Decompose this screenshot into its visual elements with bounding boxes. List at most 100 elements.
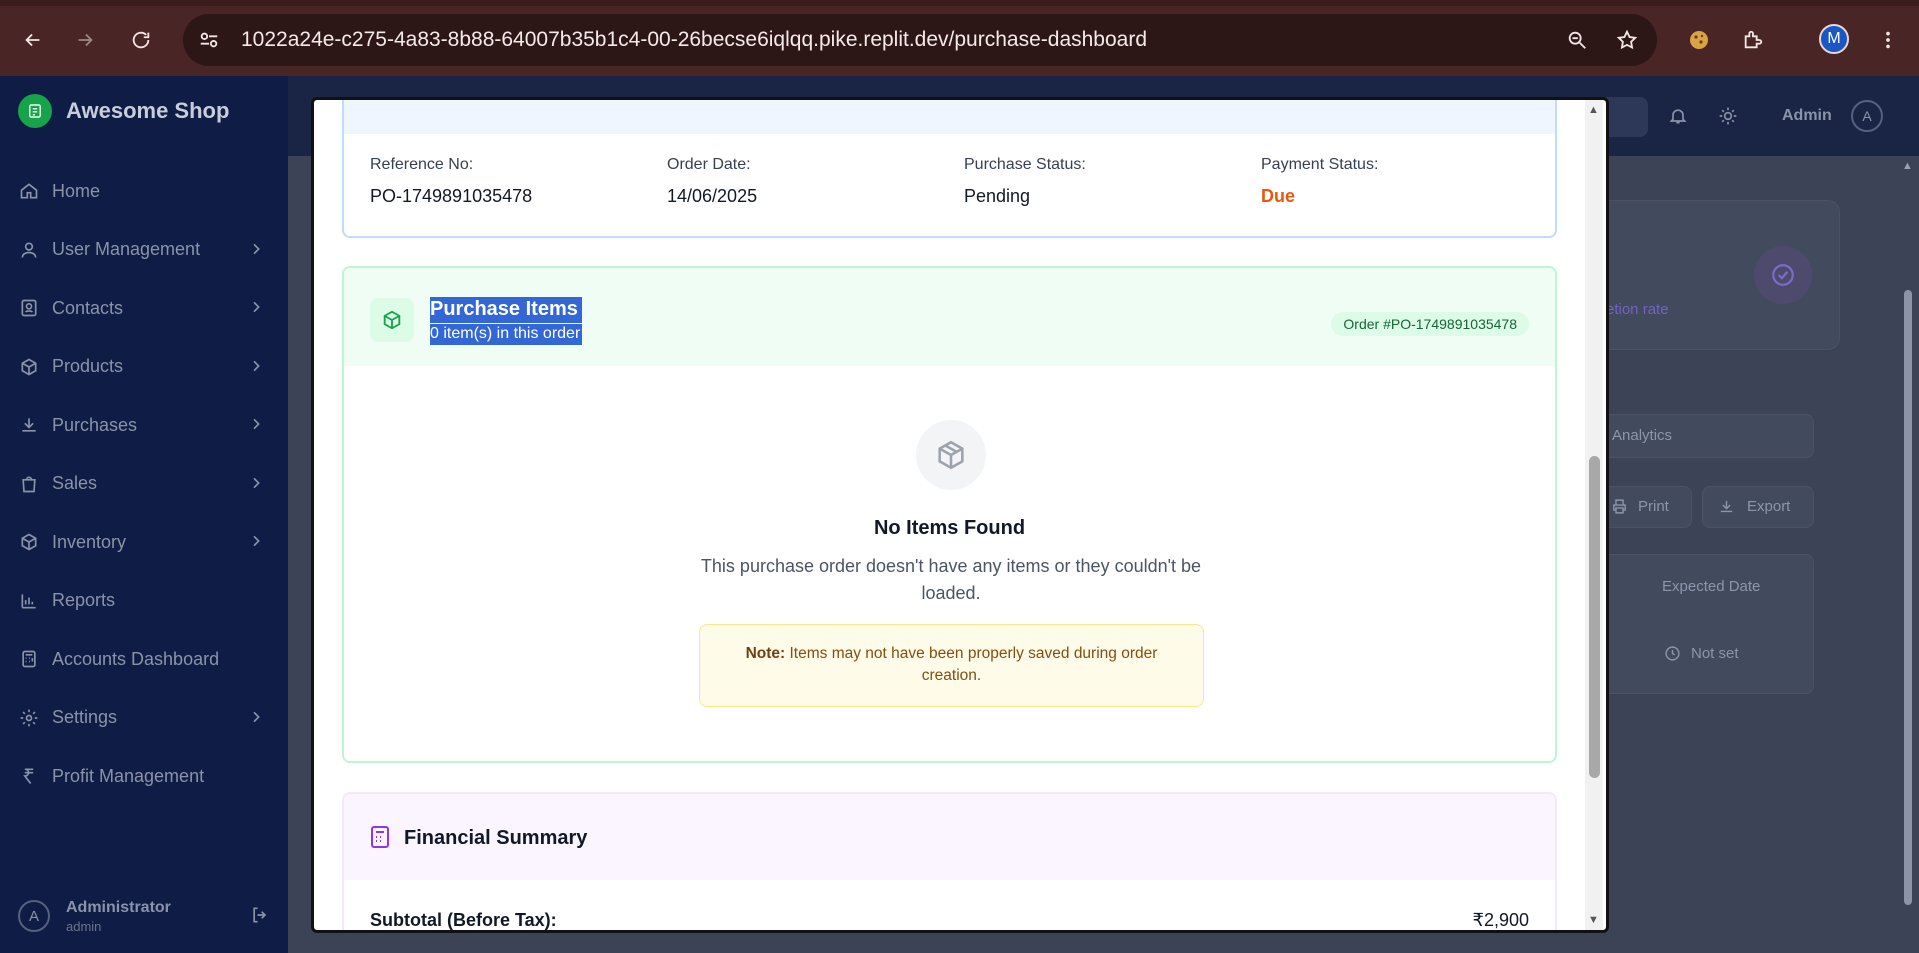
arrow-right-icon bbox=[78, 33, 93, 47]
url-text: 1022a24e-c275-4a83-8b88-64007b35b1c4-00-… bbox=[241, 28, 1148, 51]
completion-rate-text: etion rate bbox=[1606, 301, 1669, 318]
order-info-header bbox=[344, 100, 1555, 134]
sidebar-item-products[interactable]: Products bbox=[0, 338, 288, 397]
sidebar-item-settings[interactable]: Settings bbox=[0, 689, 288, 748]
modal-content: Reference No: PO-1749891035478 Order Dat… bbox=[314, 100, 1588, 930]
chevron-right-icon bbox=[248, 299, 264, 320]
payment-status-label: Payment Status: bbox=[1261, 156, 1379, 173]
empty-state-description: This purchase order doesn't have any ite… bbox=[700, 556, 1202, 603]
site-info-icon[interactable] bbox=[187, 18, 231, 62]
sidebar-item-label: User Management bbox=[52, 239, 201, 260]
admin-avatar[interactable]: A bbox=[1851, 100, 1883, 132]
sidebar-nav: Home User Management Contacts Products Purch… bbox=[0, 162, 288, 806]
browser-menu-icon[interactable] bbox=[1870, 22, 1906, 58]
printer-icon bbox=[1613, 499, 1626, 514]
order-number-badge: Order #PO-1749891035478 bbox=[1331, 312, 1529, 336]
theme-sun-icon[interactable] bbox=[1718, 106, 1738, 131]
expected-date-cell: Not set bbox=[1664, 645, 1739, 662]
zoom-icon[interactable] bbox=[1559, 22, 1595, 58]
note-text: Items may not have been properly saved d… bbox=[785, 645, 1158, 684]
sidebar-item-inventory[interactable]: Inventory bbox=[0, 513, 288, 572]
shopping-bag-icon bbox=[18, 473, 40, 495]
bookmark-star-icon[interactable] bbox=[1609, 22, 1645, 58]
subtotal-label: Subtotal (Before Tax): bbox=[370, 910, 557, 930]
extensions-puzzle-icon[interactable] bbox=[1735, 22, 1771, 58]
profile-avatar[interactable]: M bbox=[1819, 24, 1849, 54]
purchase-status-label: Purchase Status: bbox=[964, 156, 1086, 173]
sidebar-item-label: Accounts Dashboard bbox=[52, 648, 220, 669]
expected-date-header: Expected Date bbox=[1662, 578, 1761, 595]
box-icon bbox=[18, 531, 40, 553]
sidebar-item-user-management[interactable]: User Management bbox=[0, 221, 288, 280]
download-icon bbox=[1720, 500, 1733, 513]
reload-button[interactable] bbox=[123, 22, 159, 58]
tab-strip bbox=[0, 0, 1919, 6]
calculator-icon bbox=[18, 648, 40, 670]
sidebar-item-label: Home bbox=[52, 180, 101, 201]
browser-chrome: 1022a24e-c275-4a83-8b88-64007b35b1c4-00-… bbox=[0, 0, 1919, 76]
home-icon bbox=[18, 180, 40, 202]
address-bar[interactable]: 1022a24e-c275-4a83-8b88-64007b35b1c4-00-… bbox=[183, 14, 1657, 66]
warning-note: Note: Items may not have been properly s… bbox=[699, 624, 1204, 707]
empty-state-title: No Items Found bbox=[873, 517, 1026, 539]
sidebar-item-label: Inventory bbox=[52, 531, 127, 552]
print-button-content: Print bbox=[1611, 498, 1669, 515]
empty-package-icon bbox=[916, 420, 986, 490]
package-icon bbox=[370, 298, 414, 342]
purchase-items-title: Purchase Items bbox=[430, 297, 582, 323]
page-scroll-up-arrow[interactable]: ▲ bbox=[1902, 160, 1913, 172]
reference-label: Reference No: bbox=[370, 156, 474, 173]
logout-icon[interactable] bbox=[250, 905, 270, 930]
shop-logo-icon bbox=[18, 94, 52, 128]
financial-summary-header: Financial Summary bbox=[344, 794, 1555, 880]
analytics-tab-label: Analytics bbox=[1612, 427, 1673, 444]
chevron-right-icon bbox=[248, 533, 264, 554]
chevron-right-icon bbox=[248, 475, 264, 496]
gear-icon bbox=[18, 707, 40, 729]
scroll-up-arrow[interactable]: ▲ bbox=[1588, 104, 1599, 116]
chevron-right-icon bbox=[248, 358, 264, 379]
user-icon bbox=[18, 239, 40, 261]
chevron-right-icon bbox=[248, 709, 264, 730]
purchase-items-count: 0 item(s) in this order bbox=[430, 324, 583, 345]
calculator-icon bbox=[370, 826, 390, 853]
modal-scroll-thumb[interactable] bbox=[1589, 456, 1600, 778]
sidebar-item-contacts[interactable]: Contacts bbox=[0, 279, 288, 338]
forward-button[interactable] bbox=[67, 22, 103, 58]
sidebar-item-reports[interactable]: Reports bbox=[0, 572, 288, 631]
chevron-right-icon bbox=[248, 416, 264, 437]
sidebar-item-profit-management[interactable]: Profit Management bbox=[0, 747, 288, 806]
scroll-down-arrow[interactable]: ▼ bbox=[1588, 914, 1599, 926]
check-circle-icon bbox=[1754, 246, 1812, 304]
financial-summary-card: Financial Summary Subtotal (Before Tax):… bbox=[342, 792, 1557, 930]
export-button-content: Export bbox=[1718, 498, 1790, 515]
purchase-items-header: Purchase Items 0 item(s) in this order O… bbox=[344, 268, 1555, 366]
modal-scrollbar[interactable]: ▲ ▼ bbox=[1585, 100, 1603, 930]
sidebar-item-home[interactable]: Home bbox=[0, 162, 288, 221]
order-date-value: 14/06/2025 bbox=[667, 186, 758, 206]
sidebar-item-label: Profit Management bbox=[52, 765, 205, 786]
sidebar-item-purchases[interactable]: Purchases bbox=[0, 396, 288, 455]
admin-label[interactable]: Admin bbox=[1782, 107, 1832, 125]
purchase-status-value: Pending bbox=[964, 186, 1031, 206]
order-date-label: Order Date: bbox=[667, 156, 751, 173]
sidebar-item-accounts-dashboard[interactable]: Accounts Dashboard bbox=[0, 630, 288, 689]
user-role: admin bbox=[66, 918, 102, 934]
sidebar-item-label: Sales bbox=[52, 473, 98, 494]
financial-summary-title: Financial Summary bbox=[404, 827, 588, 849]
arrow-left-icon bbox=[25, 33, 40, 47]
note-label: Note: bbox=[745, 645, 786, 662]
user-box: A Administrator admin bbox=[18, 893, 270, 939]
chevron-right-icon bbox=[248, 241, 264, 262]
user-name: Administrator bbox=[66, 898, 171, 916]
bell-icon[interactable] bbox=[1668, 106, 1688, 131]
payment-status-value: Due bbox=[1261, 186, 1296, 206]
sidebar-item-sales[interactable]: Sales bbox=[0, 455, 288, 514]
sidebar-item-label: Settings bbox=[52, 707, 118, 728]
sidebar: Awesome Shop Home User Management Contacts… bbox=[0, 76, 288, 953]
cookie-extension-icon[interactable] bbox=[1681, 22, 1717, 58]
brand[interactable]: Awesome Shop bbox=[18, 94, 229, 128]
back-button[interactable] bbox=[15, 22, 51, 58]
page-scrollbar[interactable] bbox=[1904, 290, 1912, 905]
rupee-icon bbox=[18, 765, 40, 787]
